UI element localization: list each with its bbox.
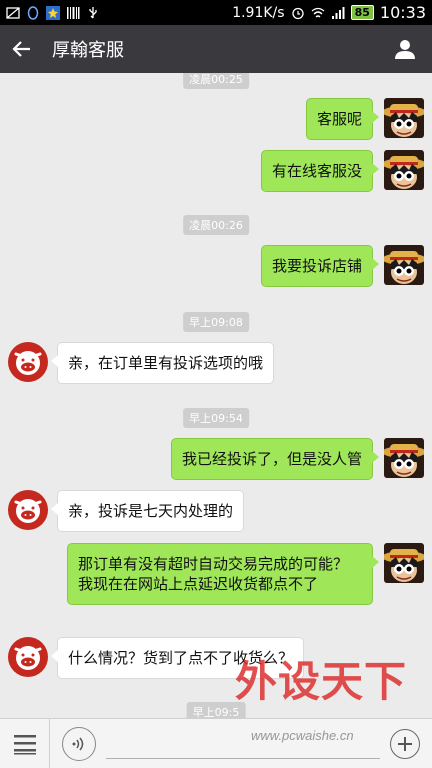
star-app-icon: [46, 5, 60, 20]
timestamp: 早上09:08: [183, 312, 249, 332]
contact-profile-button[interactable]: [378, 25, 432, 73]
chat-title: 厚翰客服: [52, 40, 124, 61]
network-speed: 1.91K/s: [232, 4, 285, 21]
timestamp: 早上09:5: [186, 702, 246, 718]
voice-wave-icon: [72, 737, 84, 750]
shop-avatar[interactable]: [8, 490, 48, 530]
message-input-bar: [0, 718, 432, 768]
status-bar: 1.91K/s 85 10:33: [0, 0, 432, 25]
shop-avatar[interactable]: [8, 637, 48, 677]
sent-message-bubble[interactable]: 我要投诉店铺: [260, 245, 380, 287]
user-avatar[interactable]: [384, 245, 424, 285]
alarm-icon: [291, 7, 304, 19]
usb-icon: [89, 6, 97, 18]
message-row: 我已经投诉了，但是没人管: [0, 438, 432, 482]
user-avatar[interactable]: [384, 98, 424, 138]
back-button[interactable]: [0, 25, 44, 73]
received-message-bubble[interactable]: 亲，投诉是七天内处理的: [50, 490, 245, 532]
message-row: 亲，在订单里有投诉选项的哦: [0, 342, 432, 386]
back-arrow-icon: [12, 41, 30, 57]
timestamp: 早上09:54: [183, 408, 249, 428]
received-message-bubble[interactable]: 亲，在订单里有投诉选项的哦: [50, 342, 275, 384]
more-options-button[interactable]: [390, 728, 420, 759]
received-message-bubble[interactable]: 什么情况？货到了点不了收货么？: [50, 637, 305, 679]
list-menu-icon: [13, 734, 36, 754]
chat-header: 厚翰客服: [0, 25, 432, 73]
screenshot-notification-icon: [6, 6, 20, 19]
wifi-4g-icon: [311, 7, 324, 17]
message-row: 我要投诉店铺: [0, 245, 432, 289]
chat-message-list[interactable]: 凌晨00:25 客服呢 有在线客服没 凌晨00:26 我要投诉店铺 早上09:0…: [0, 73, 432, 718]
signal-icon: [331, 6, 345, 19]
qq-icon: [27, 5, 39, 20]
clock: 10:33: [379, 3, 426, 22]
message-text-input[interactable]: [106, 728, 380, 759]
user-avatar[interactable]: [384, 150, 424, 190]
battery-indicator: 85: [350, 5, 374, 20]
user-avatar[interactable]: [384, 438, 424, 478]
message-row: 那订单有没有超时自动交易完成的可能？我现在在网站上点延迟收货都点不了: [0, 543, 432, 627]
sent-message-bubble[interactable]: 客服呢: [305, 98, 380, 140]
message-row: 亲，投诉是七天内处理的: [0, 490, 432, 534]
timestamp: 凌晨00:25: [183, 73, 249, 89]
menu-toggle-button[interactable]: [0, 718, 50, 768]
plus-icon: [398, 736, 412, 751]
person-icon: [395, 40, 415, 59]
sent-message-bubble[interactable]: 那订单有没有超时自动交易完成的可能？我现在在网站上点延迟收货都点不了: [67, 543, 379, 605]
message-row: 客服呢: [0, 98, 432, 142]
message-row: 有在线客服没: [0, 150, 432, 194]
barcode-icon: [67, 6, 80, 19]
timestamp: 凌晨00:26: [183, 215, 249, 235]
message-row: 什么情况？货到了点不了收货么？: [0, 637, 432, 681]
sent-message-bubble[interactable]: 我已经投诉了，但是没人管: [170, 438, 380, 480]
user-avatar[interactable]: [384, 543, 424, 583]
shop-avatar[interactable]: [8, 342, 48, 382]
voice-input-button[interactable]: [62, 726, 96, 761]
sent-message-bubble[interactable]: 有在线客服没: [260, 150, 380, 192]
